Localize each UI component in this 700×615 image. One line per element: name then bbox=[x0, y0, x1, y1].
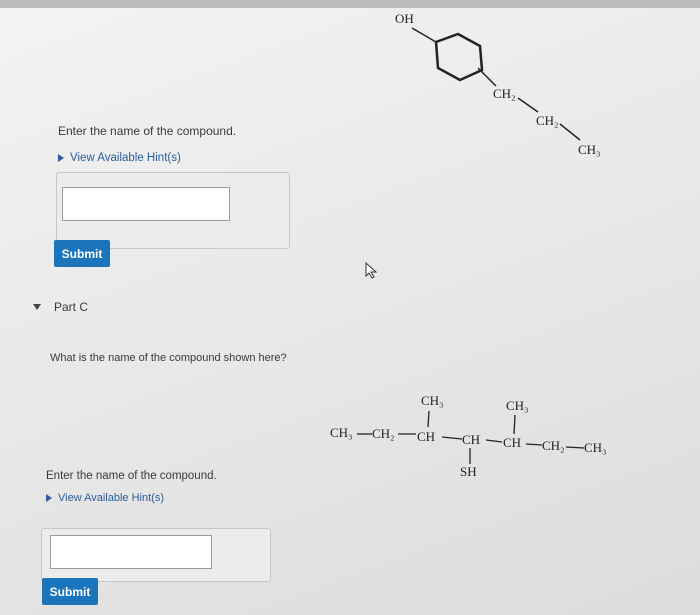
structure-c-bonds bbox=[357, 410, 585, 464]
structure-c-ch-1: CH bbox=[417, 429, 436, 444]
structure-c-ch2-left: CH₂ bbox=[372, 426, 395, 441]
structure-c-branch-sh: SH bbox=[460, 464, 477, 479]
structure-c-ch-2: CH bbox=[462, 432, 481, 447]
structure-c-ch3-right: CH₃ bbox=[584, 440, 607, 455]
structure-c-ch2-right: CH₂ bbox=[542, 438, 565, 453]
structure-c-branch-ch3-1: CH₃ bbox=[421, 393, 444, 408]
structure-c-ch-3: CH bbox=[503, 435, 522, 450]
structure-c-branch-ch3-2: CH₃ bbox=[506, 398, 529, 413]
structure-c-ch3-left: CH₃ bbox=[330, 425, 353, 440]
